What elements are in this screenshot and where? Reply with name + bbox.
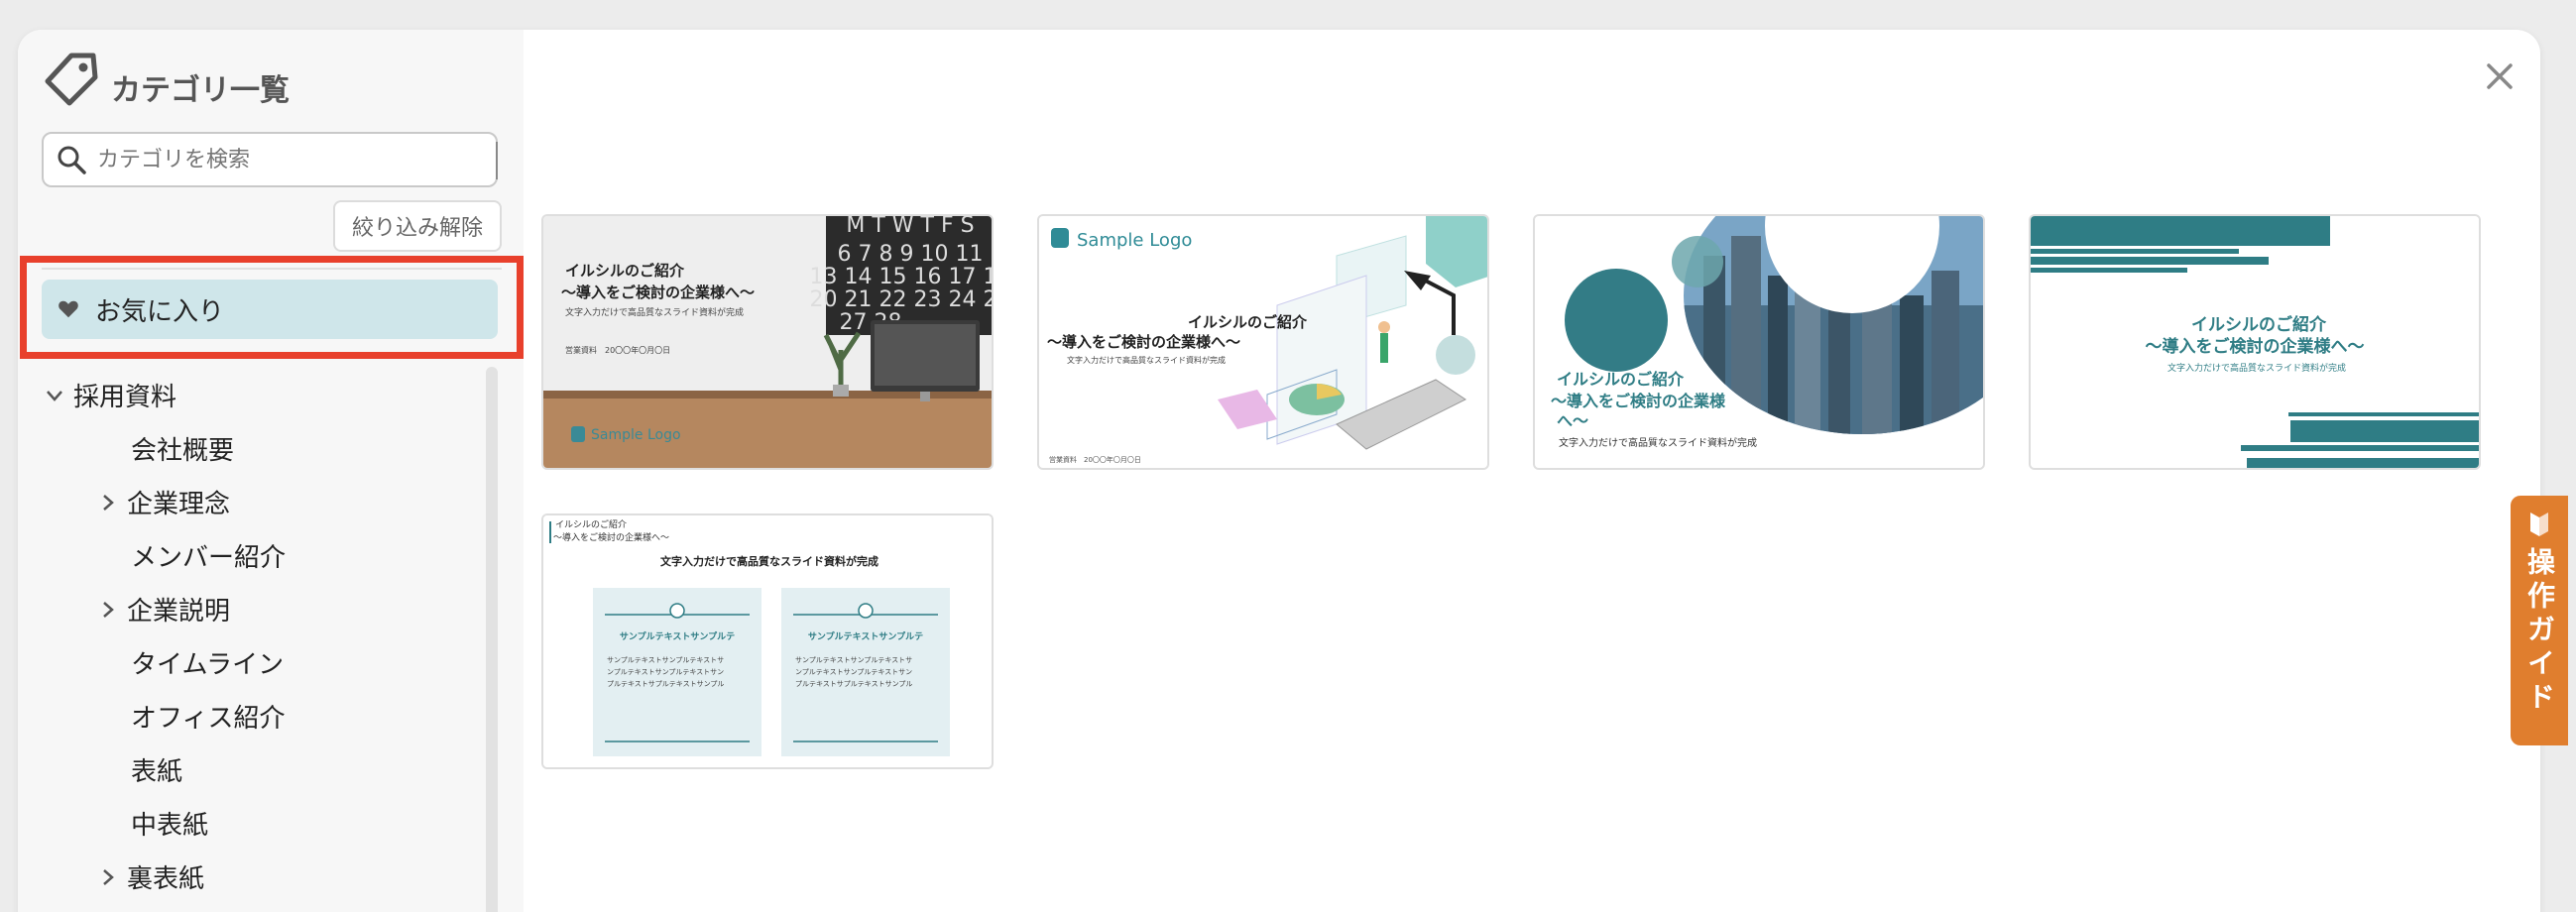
text-cursor [496, 142, 498, 179]
tree-item-office[interactable]: オフィス紹介 [131, 698, 285, 735]
tag-icon [45, 53, 98, 106]
svg-text:へ〜: へ〜 [1557, 411, 1588, 430]
svg-text:〜導入をご検討の企業様へ〜: 〜導入をご検討の企業様へ〜 [553, 531, 669, 543]
template-card-4[interactable]: イルシルのご紹介 〜導入をご検討の企業様へ〜 文字入力だけで高品質なスライド資料… [2029, 214, 2481, 470]
tree-item-cover[interactable]: 表紙 [131, 751, 182, 788]
tree-item-timeline[interactable]: タイムライン [131, 644, 284, 681]
tree-item-philosophy[interactable]: 企業理念 [97, 484, 230, 520]
operation-guide-label: 操作ガイド [2523, 547, 2556, 716]
svg-text:Sample Logo: Sample Logo [1077, 230, 1192, 251]
svg-text:営業資料 20〇〇年〇月〇日: 営業資料 20〇〇年〇月〇日 [1049, 455, 1141, 464]
template-card-3[interactable]: イルシルのご紹介 〜導入をご検討の企業様 へ〜 文字入力だけで高品質なスライド資… [1533, 214, 1985, 470]
svg-text:〜導入をご検討の企業様: 〜導入をご検討の企業様 [1551, 392, 1726, 410]
svg-text:サンプルテキストサンプルテキストサ: サンプルテキストサンプルテキストサ [607, 656, 724, 664]
svg-text:イルシルのご紹介: イルシルのご紹介 [2191, 314, 2327, 335]
clear-filter-button[interactable]: 絞り込み解除 [333, 200, 502, 252]
svg-text:文字入力だけで高品質なスライド資料が完成: 文字入力だけで高品質なスライド資料が完成 [2167, 362, 2346, 374]
template-thumbnail: Sample Logo イルシルのご紹介 〜導入をご検討の企業様へ〜 文字入力だ… [1039, 216, 1487, 468]
svg-text:ンプルテキストサンプルテキストサン: ンプルテキストサンプルテキストサン [795, 668, 912, 676]
search-input[interactable] [97, 147, 484, 172]
tree-item-members[interactable]: メンバー紹介 [131, 537, 286, 574]
chevron-right-icon [103, 868, 114, 885]
category-search[interactable] [42, 132, 498, 187]
template-thumbnail: イルシルのご紹介 〜導入をご検討の企業様へ〜 文字入力だけで高品質なスライド資料… [2031, 216, 2479, 468]
svg-text:プルテキストサプルテキストサンプル: プルテキストサプルテキストサンプル [607, 680, 724, 688]
svg-text:13 14 15 16 17 18: 13 14 15 16 17 18 [810, 265, 994, 289]
svg-text:ンプルテキストサンプルテキストサン: ンプルテキストサンプルテキストサン [607, 668, 724, 676]
tree-item-middle-cover[interactable]: 中表紙 [131, 805, 208, 842]
operation-guide-tab[interactable]: 操作ガイド [2511, 496, 2568, 745]
template-thumbnail: イルシルのご紹介 〜導入をご検討の企業様 へ〜 文字入力だけで高品質なスライド資… [1535, 216, 1983, 468]
svg-text:文字入力だけで高品質なスライド資料が完成: 文字入力だけで高品質なスライド資料が完成 [1559, 436, 1757, 449]
svg-text:6 7 8 9 10 11: 6 7 8 9 10 11 [838, 242, 984, 267]
beginner-mark-icon [2530, 513, 2548, 536]
svg-text:イルシルのご紹介: イルシルのご紹介 [565, 262, 685, 280]
svg-text:〜導入をご検討の企業様へ〜: 〜導入をご検討の企業様へ〜 [2146, 336, 2365, 357]
chevron-right-icon [103, 601, 114, 618]
svg-text:M T W T F S: M T W T F S [846, 216, 974, 238]
sidebar-title: カテゴリ一覧 [111, 73, 290, 108]
svg-text:サンプルテキストサンプルテ: サンプルテキストサンプルテ [620, 630, 735, 642]
tree-item-back-cover[interactable]: 裏表紙 [97, 858, 204, 895]
template-card-1[interactable]: M T W T F S 6 7 8 9 10 11 13 14 15 16 17… [541, 214, 994, 470]
svg-text:〜導入をご検討の企業様へ〜: 〜導入をご検討の企業様へ〜 [1047, 333, 1240, 351]
category-modal: カテゴリ一覧 絞り込み解除 お気に入り 採用資料 会社概要 [18, 30, 2540, 912]
svg-text:文字入力だけで高品質なスライド資料が完成: 文字入力だけで高品質なスライド資料が完成 [660, 554, 878, 568]
template-card-2[interactable]: Sample Logo イルシルのご紹介 〜導入をご検討の企業様へ〜 文字入力だ… [1037, 214, 1489, 470]
sidebar-scrollbar[interactable] [486, 367, 498, 912]
search-icon [58, 146, 86, 174]
svg-text:Sample Logo: Sample Logo [591, 427, 681, 443]
svg-text:サンプルテキストサンプルテキストサ: サンプルテキストサンプルテキストサ [795, 656, 912, 664]
svg-text:〜導入をご検討の企業様へ〜: 〜導入をご検討の企業様へ〜 [561, 284, 755, 301]
template-thumbnail: M T W T F S 6 7 8 9 10 11 13 14 15 16 17… [543, 216, 994, 468]
sidebar-header: カテゴリ一覧 [42, 52, 290, 109]
tree-item-recruitment[interactable]: 採用資料 [44, 377, 176, 413]
svg-text:イルシルのご紹介: イルシルのご紹介 [1188, 313, 1308, 331]
chevron-right-icon [103, 494, 114, 511]
template-card-5[interactable]: イルシルのご紹介 〜導入をご検討の企業様へ〜 文字入力だけで高品質なスライド資料… [541, 513, 994, 769]
tree-item-company-overview[interactable]: 会社概要 [131, 430, 234, 467]
svg-text:サンプルテキストサンプルテ: サンプルテキストサンプルテ [808, 630, 923, 642]
svg-text:20 21 22 23 24 25: 20 21 22 23 24 25 [810, 287, 994, 312]
svg-text:イルシルのご紹介: イルシルのご紹介 [1557, 370, 1685, 389]
svg-text:営業資料 20〇〇年〇月〇日: 営業資料 20〇〇年〇月〇日 [565, 345, 670, 355]
svg-text:イルシルのご紹介: イルシルのご紹介 [555, 518, 627, 530]
chevron-down-icon [47, 390, 62, 401]
highlight-box [20, 256, 524, 359]
svg-text:文字入力だけで高品質なスライド資料が完成: 文字入力だけで高品質なスライド資料が完成 [565, 306, 744, 318]
svg-text:プルテキストサプルテキストサンプル: プルテキストサプルテキストサンプル [795, 680, 912, 688]
svg-text:文字入力だけで高品質なスライド資料が完成: 文字入力だけで高品質なスライド資料が完成 [1067, 355, 1226, 365]
tree-item-company-description[interactable]: 企業説明 [97, 591, 230, 627]
category-sidebar: カテゴリ一覧 絞り込み解除 お気に入り 採用資料 会社概要 [18, 30, 524, 912]
close-icon[interactable] [2483, 59, 2517, 93]
template-thumbnail: イルシルのご紹介 〜導入をご検討の企業様へ〜 文字入力だけで高品質なスライド資料… [543, 515, 992, 767]
